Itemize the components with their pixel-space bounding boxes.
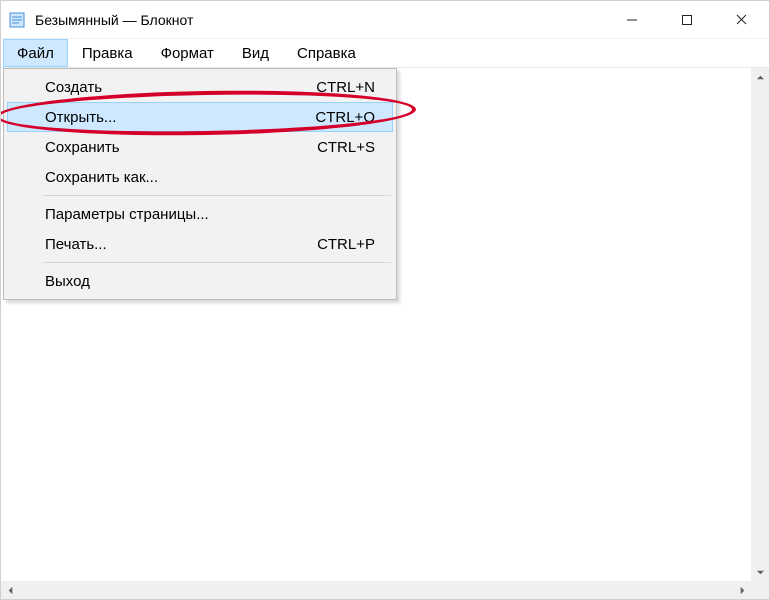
vertical-scrollbar[interactable] [751, 68, 769, 581]
menu-item-label: Печать... [45, 236, 317, 253]
menu-item-shortcut: CTRL+P [317, 236, 375, 253]
menu-item-page-setup[interactable]: Параметры страницы... [7, 199, 393, 229]
menu-view[interactable]: Вид [228, 39, 283, 67]
menu-item-label: Выход [45, 273, 375, 290]
title-bar: Безымянный — Блокнот [1, 1, 769, 39]
menu-item-new[interactable]: Создать CTRL+N [7, 72, 393, 102]
scroll-up-button[interactable] [751, 68, 769, 86]
scroll-down-button[interactable] [751, 563, 769, 581]
maximize-button[interactable] [659, 1, 714, 38]
menu-item-label: Сохранить как... [45, 169, 375, 186]
horizontal-scrollbar[interactable] [1, 581, 751, 599]
menu-item-label: Открыть... [45, 109, 315, 126]
menu-item-shortcut: CTRL+S [317, 139, 375, 156]
window-title: Безымянный — Блокнот [35, 12, 193, 28]
menu-item-label: Сохранить [45, 139, 317, 156]
scrollbar-corner [751, 581, 769, 599]
menu-bar: Файл Правка Формат Вид Справка [1, 39, 769, 67]
menu-item-print[interactable]: Печать... CTRL+P [7, 229, 393, 259]
menu-item-open[interactable]: Открыть... CTRL+O [7, 102, 393, 132]
menu-item-label: Параметры страницы... [45, 206, 375, 223]
minimize-button[interactable] [604, 1, 659, 38]
notepad-icon [7, 10, 27, 30]
editor-viewport: Создать CTRL+N Открыть... CTRL+O Сохрани… [1, 67, 769, 599]
app-window: Безымянный — Блокнот Файл Правка Формат … [0, 0, 770, 600]
menu-format[interactable]: Формат [147, 39, 228, 67]
menu-item-label: Создать [45, 79, 316, 96]
menu-file[interactable]: Файл [3, 39, 68, 67]
menu-edit[interactable]: Правка [68, 39, 147, 67]
client-area: Создать CTRL+N Открыть... CTRL+O Сохрани… [1, 67, 769, 599]
menu-separator [43, 195, 391, 196]
scroll-left-button[interactable] [1, 581, 19, 599]
scroll-right-button[interactable] [733, 581, 751, 599]
menu-item-shortcut: CTRL+N [316, 79, 375, 96]
menu-item-save[interactable]: Сохранить CTRL+S [7, 132, 393, 162]
menu-separator [43, 262, 391, 263]
file-menu-dropdown: Создать CTRL+N Открыть... CTRL+O Сохрани… [3, 68, 397, 300]
menu-item-shortcut: CTRL+O [315, 109, 375, 126]
menu-item-exit[interactable]: Выход [7, 266, 393, 296]
close-button[interactable] [714, 1, 769, 38]
window-controls [604, 1, 769, 38]
menu-item-save-as[interactable]: Сохранить как... [7, 162, 393, 192]
menu-help[interactable]: Справка [283, 39, 370, 67]
